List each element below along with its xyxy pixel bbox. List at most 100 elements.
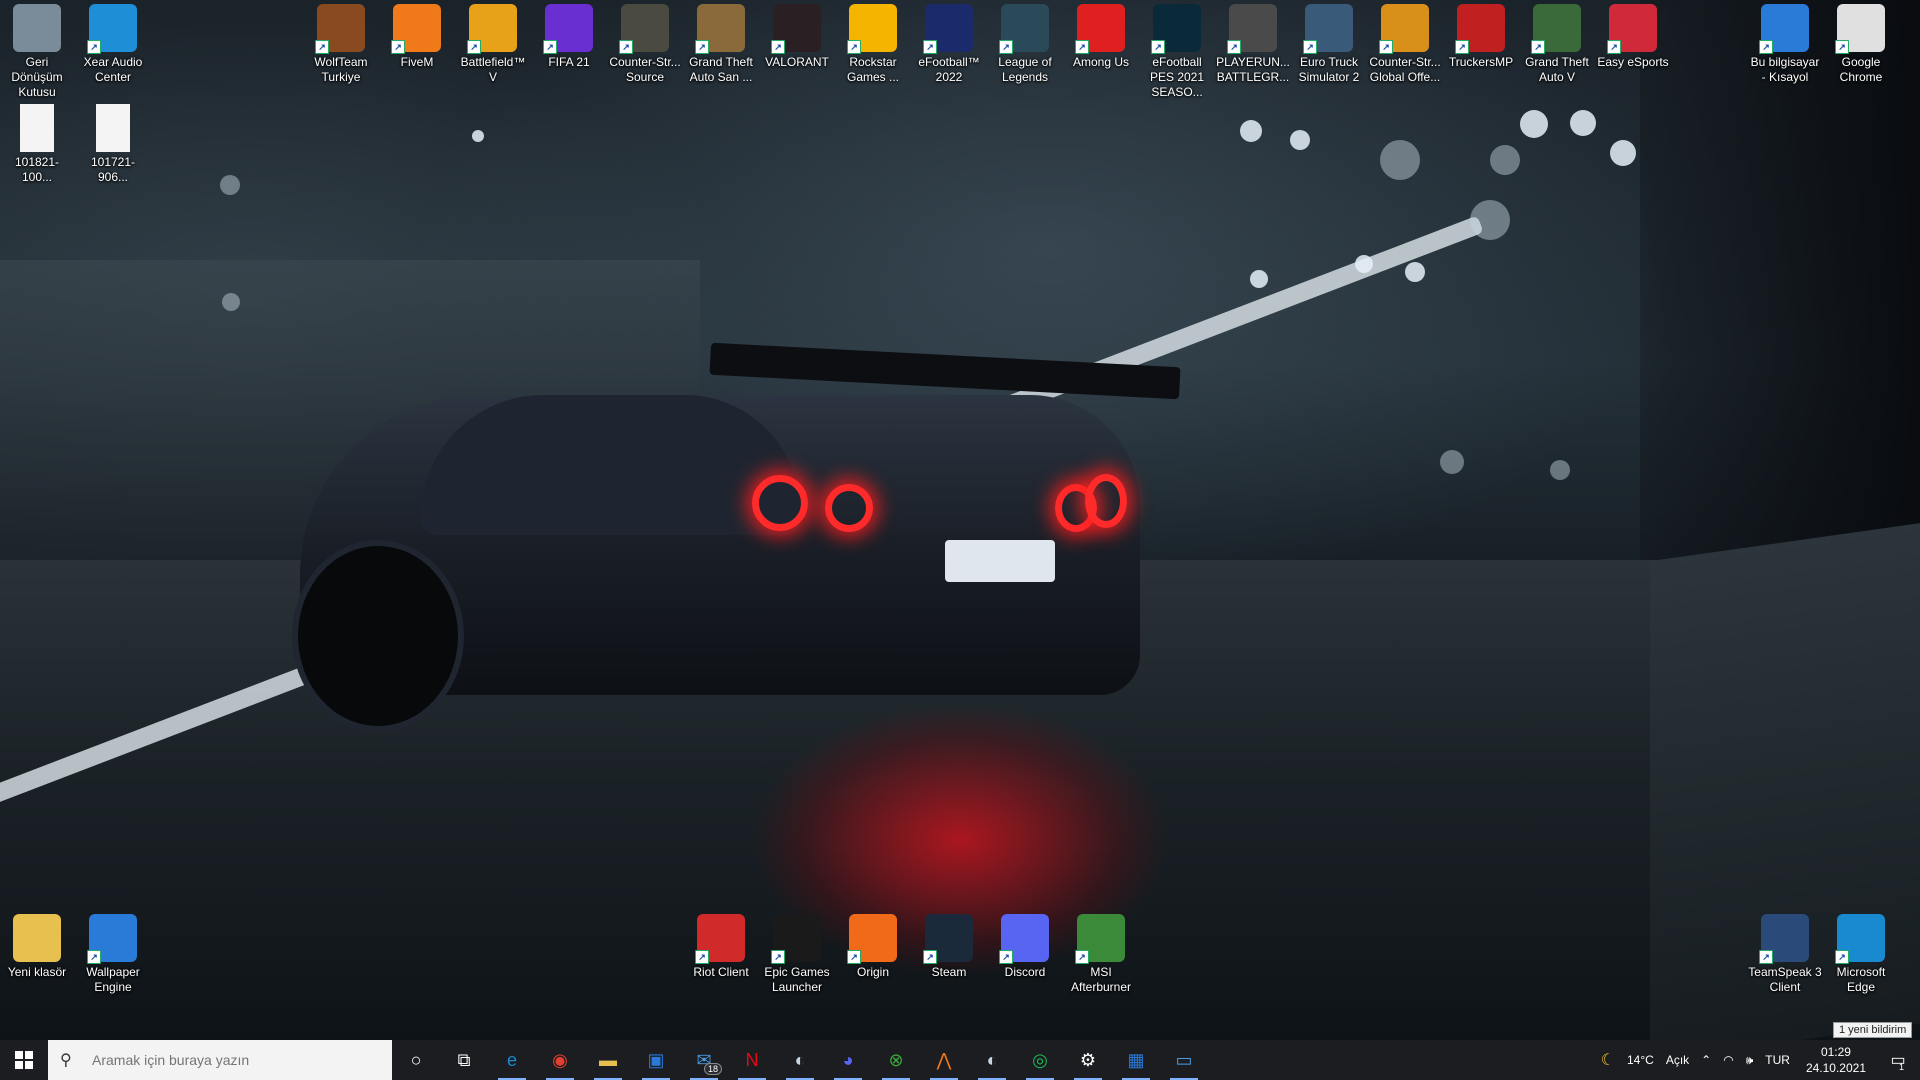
taskbar-store-button[interactable]: ▣ — [632, 1040, 680, 1080]
pes-icon: ↗ — [1151, 4, 1201, 54]
steam-icon: ↗ — [923, 914, 973, 964]
desktop-icon-lol[interactable]: ↗ League of Legends — [988, 4, 1062, 85]
desktop-icon-rockstar[interactable]: ↗ Rockstar Games ... — [836, 4, 910, 85]
search-input[interactable] — [90, 1051, 374, 1069]
taskbar-chrome-button[interactable]: ◉ — [536, 1040, 584, 1080]
desktop-icon-label: Bu bilgisayar - Kısayol — [1750, 55, 1820, 84]
taskbar-cortana-button[interactable]: ○ — [392, 1040, 440, 1080]
desktop-icon-msi[interactable]: ↗ MSI Afterburner — [1064, 914, 1138, 995]
desktop-icon-gta5[interactable]: ↗ Grand Theft Auto V — [1520, 4, 1594, 85]
taskbar-task-view-button[interactable]: ⧉ — [440, 1040, 488, 1080]
taskbar-edge-button[interactable]: e — [488, 1040, 536, 1080]
taskbar-steam-button[interactable]: ◐ — [776, 1040, 824, 1080]
pubg-icon: ↗ — [1227, 4, 1277, 54]
taskbar-app-running-button[interactable]: ▭ — [1160, 1040, 1208, 1080]
shortcut-arrow-icon: ↗ — [87, 40, 101, 54]
desktop-icon-label: Among Us — [1072, 55, 1130, 69]
desktop-icon-label: eFootball™ 2022 — [918, 55, 980, 84]
desktop-icon-pubg[interactable]: ↗ PLAYERUN... BATTLEGR... — [1216, 4, 1290, 85]
system-tray: ☾ 14°C Açık ⌃ ◠ 🕪 TUR 01:29 24.10.2021 ▭… — [1595, 1040, 1920, 1080]
desktop-icon-efootball[interactable]: ↗ eFootball™ 2022 — [912, 4, 986, 85]
desktop-icon-recycle[interactable]: Geri Dönüşüm Kutusu — [0, 4, 74, 100]
clock[interactable]: 01:29 24.10.2021 — [1806, 1044, 1866, 1076]
wallpaper-taillight — [825, 484, 873, 532]
desktop-icon-discord[interactable]: ↗ Discord — [988, 914, 1062, 980]
weather-temp[interactable]: 14°C — [1627, 1053, 1654, 1067]
shortcut-arrow-icon: ↗ — [543, 40, 557, 54]
taskbar-netflix-button[interactable]: N — [728, 1040, 776, 1080]
store-icon: ▣ — [647, 1049, 665, 1070]
wolfteam-icon: ↗ — [315, 4, 365, 54]
desktop-icon-valorant[interactable]: ↗ VALORANT — [760, 4, 834, 70]
taskbar-wallpaper-engine-button[interactable]: ▦ — [1112, 1040, 1160, 1080]
desktop-icon-bf5[interactable]: ↗ Battlefield™ V — [456, 4, 530, 85]
steam-2-icon: ◐ — [986, 1049, 998, 1070]
desktop-icon-gtasa[interactable]: ↗ Grand Theft Auto San ... — [684, 4, 758, 85]
desktop-icon-file2[interactable]: 101721-906... — [76, 104, 150, 185]
desktop-icon-wolfteam[interactable]: ↗ WolfTeam Turkiye — [304, 4, 378, 85]
start-button[interactable] — [0, 1040, 48, 1080]
edge-icon: e — [506, 1049, 517, 1070]
desktop-icon-easy[interactable]: ↗ Easy eSports — [1596, 4, 1670, 70]
desktop-icon-ets2[interactable]: ↗ Euro Truck Simulator 2 — [1292, 4, 1366, 85]
shortcut-arrow-icon: ↗ — [923, 40, 937, 54]
weather-status[interactable]: Açık — [1666, 1053, 1689, 1067]
taskbar-spotify-button[interactable]: ◎ — [1016, 1040, 1064, 1080]
chevron-up-icon[interactable]: ⌃ — [1701, 1053, 1711, 1067]
desktop-icon-pes[interactable]: ↗ eFootball PES 2021 SEASO... — [1140, 4, 1214, 100]
wallpaper-car-wheel — [292, 540, 464, 732]
taskbar-xbox-button[interactable]: ⊗ — [872, 1040, 920, 1080]
xear-audio-icon: ↗ — [87, 4, 137, 54]
wallpaper-bokeh — [1490, 145, 1520, 175]
desktop-icon-epic[interactable]: ↗ Epic Games Launcher — [760, 914, 834, 995]
desktop-icon-label: Euro Truck Simulator 2 — [1298, 55, 1360, 84]
taskbar-steam-2-button[interactable]: ◐ — [968, 1040, 1016, 1080]
discord-icon: ◕ — [842, 1049, 854, 1070]
action-center-button[interactable]: ▭ 1 — [1876, 1040, 1920, 1080]
desktop-icon-wallpaper[interactable]: ↗ Wallpaper Engine — [76, 914, 150, 995]
desktop-icon-xear[interactable]: ↗ Xear Audio Center — [76, 4, 150, 85]
desktop-icon-riot[interactable]: ↗ Riot Client — [684, 914, 758, 980]
taskbar-fivem-button[interactable]: ⋀ — [920, 1040, 968, 1080]
desktop-icon-edge[interactable]: ↗ Microsoft Edge — [1824, 914, 1898, 995]
spotify-icon: ◎ — [1032, 1049, 1048, 1070]
desktop-icon-label: Geri Dönüşüm Kutusu — [11, 55, 63, 99]
language-indicator[interactable]: TUR — [1765, 1053, 1790, 1067]
desktop-icon-amongus[interactable]: ↗ Among Us — [1064, 4, 1138, 70]
desktop-icon-csgo[interactable]: ↗ Counter-Str... Global Offe... — [1368, 4, 1442, 85]
notification-toast[interactable]: 1 yeni bildirim — [1833, 1022, 1913, 1038]
desktop-icon-origin[interactable]: ↗ Origin — [836, 914, 910, 980]
wallpaper-bokeh — [1380, 140, 1420, 180]
wallpaper-bokeh — [1520, 110, 1548, 138]
valorant-icon: ↗ — [771, 4, 821, 54]
taskbar-discord-button[interactable]: ◕ — [824, 1040, 872, 1080]
mail-badge: 18 — [703, 1063, 722, 1075]
taskbar-file-explorer-button[interactable]: ▬ — [584, 1040, 632, 1080]
taskbar-mail-button[interactable]: ✉ 18 — [680, 1040, 728, 1080]
desktop-icon-truckersmp[interactable]: ↗ TruckersMP — [1444, 4, 1518, 70]
desktop-icon-label: Origin — [856, 965, 889, 979]
clock-date: 24.10.2021 — [1805, 1061, 1866, 1075]
desktop-icon-label: FiveM — [400, 55, 434, 69]
desktop-icon-steam[interactable]: ↗ Steam — [912, 914, 986, 980]
desktop-icon-fifa[interactable]: ↗ FIFA 21 — [532, 4, 606, 70]
volume-icon[interactable]: 🕪 — [1746, 1053, 1754, 1068]
desktop-icon-folder[interactable]: Yeni klasör — [0, 914, 74, 980]
desktop-icon-fivem[interactable]: ↗ FiveM — [380, 4, 454, 70]
desktop-icon-css[interactable]: ↗ Counter-Str... Source — [608, 4, 682, 85]
taskbar-settings-button[interactable]: ⚙ — [1064, 1040, 1112, 1080]
desktop-icon-thispc[interactable]: ↗ Bu bilgisayar - Kısayol — [1748, 4, 1822, 85]
easy-esports-icon: ↗ — [1607, 4, 1657, 54]
netflix-icon: N — [745, 1049, 759, 1070]
desktop-icon-label: Steam — [931, 965, 967, 979]
shortcut-arrow-icon: ↗ — [1759, 950, 1773, 964]
weather-icon[interactable]: ☾ — [1601, 1050, 1615, 1070]
desktop-icon-label: Grand Theft Auto V — [1525, 55, 1589, 84]
fivem-icon: ⋀ — [936, 1049, 952, 1070]
taskbar-search[interactable]: ⚲ — [48, 1040, 392, 1080]
desktop-icon-chrome[interactable]: ↗ Google Chrome — [1824, 4, 1898, 85]
shortcut-arrow-icon: ↗ — [923, 950, 937, 964]
desktop-icon-file1[interactable]: 101821-100... — [0, 104, 74, 185]
network-icon[interactable]: ◠ — [1723, 1053, 1733, 1067]
desktop-icon-teamspeak[interactable]: ↗ TeamSpeak 3 Client — [1748, 914, 1822, 995]
